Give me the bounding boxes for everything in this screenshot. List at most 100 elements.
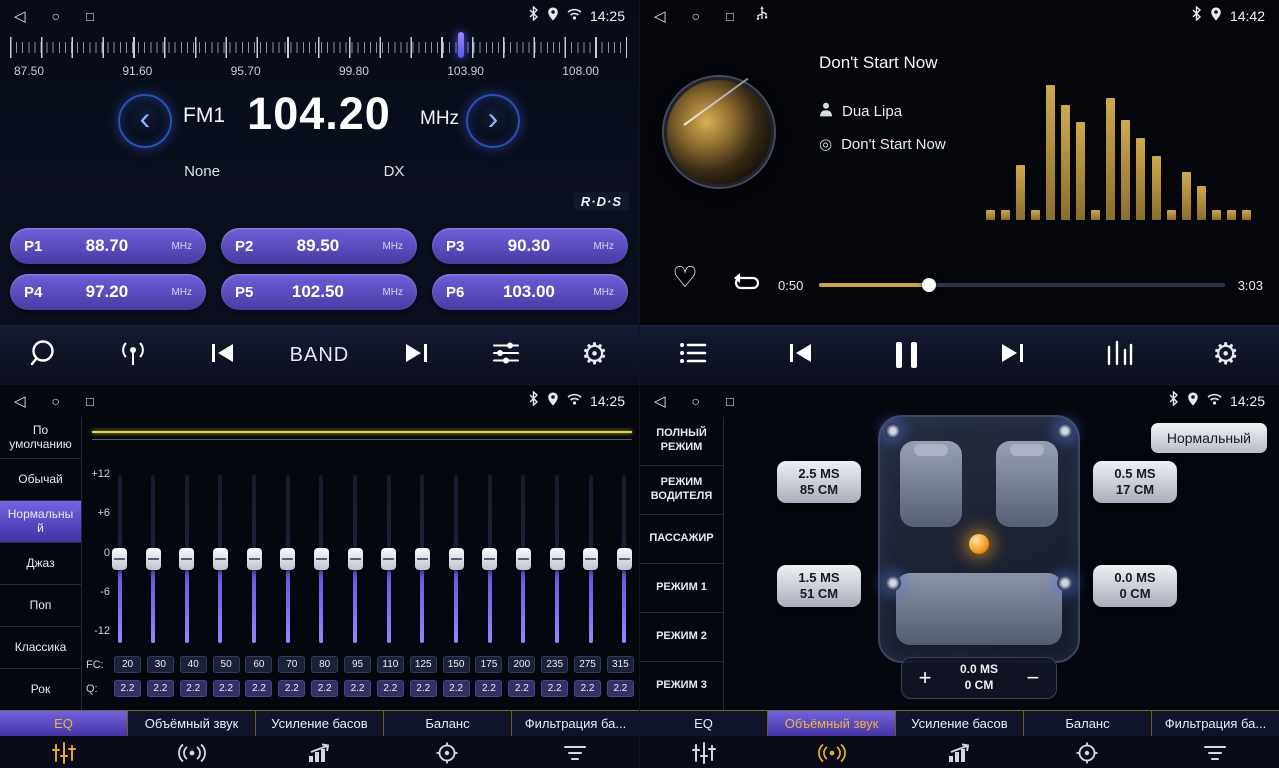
tune-up-button[interactable]: › [466, 94, 520, 148]
playlist-button[interactable] [672, 341, 714, 370]
radio-preset-P2[interactable]: P289.50MHz [221, 228, 417, 264]
pause-button[interactable] [885, 342, 927, 368]
surround-icon[interactable] [128, 743, 256, 763]
progress-bar[interactable] [819, 283, 1225, 287]
eq-band-slider-14[interactable] [550, 475, 565, 643]
eq-sliders-icon[interactable] [0, 742, 128, 764]
next-track-button[interactable] [992, 341, 1034, 370]
slider-handle[interactable] [348, 548, 363, 570]
scan-button[interactable] [112, 339, 154, 371]
eq-preset-2[interactable]: Обычай [0, 459, 81, 501]
slider-handle[interactable] [314, 548, 329, 570]
recents-icon[interactable]: □ [726, 9, 734, 24]
home-icon[interactable]: ○ [692, 393, 700, 409]
eq-band-slider-6[interactable] [280, 475, 295, 643]
eq-band-slider-10[interactable] [415, 475, 430, 643]
slider-handle[interactable] [146, 548, 161, 570]
decrease-button[interactable]: − [1022, 667, 1044, 689]
listen-mode-6[interactable]: РЕЖИМ 3 [640, 662, 723, 710]
back-icon[interactable]: ◁ [654, 7, 666, 25]
audio-tab-filter[interactable]: Фильтрация ба... [512, 711, 639, 736]
back-icon[interactable]: ◁ [14, 7, 26, 25]
eq-band-slider-2[interactable] [146, 475, 161, 643]
listening-position-dot[interactable] [969, 534, 989, 554]
equalizer-button[interactable] [1098, 340, 1140, 371]
slider-handle[interactable] [112, 548, 127, 570]
listen-mode-3[interactable]: ПАССАЖИР [640, 515, 723, 564]
bass-boost-icon[interactable] [896, 743, 1024, 763]
bass-boost-icon[interactable] [256, 743, 384, 763]
filter-icon[interactable] [1151, 744, 1279, 762]
listen-mode-2[interactable]: РЕЖИМ ВОДИТЕЛЯ [640, 466, 723, 515]
audio-settings-button[interactable] [485, 341, 527, 370]
balance-icon[interactable] [383, 742, 511, 764]
balance-icon[interactable] [1023, 742, 1151, 764]
home-icon[interactable]: ○ [52, 393, 60, 409]
eq-preset-7[interactable]: Рок [0, 669, 81, 710]
frequency-ruler[interactable] [10, 34, 627, 60]
favorite-heart-icon[interactable]: ♡ [672, 264, 698, 293]
front-right-seat[interactable] [996, 441, 1058, 527]
audio-tab-bass-boost[interactable]: Усиление басов [896, 711, 1024, 736]
eq-band-slider-3[interactable] [179, 475, 194, 643]
slider-handle[interactable] [617, 548, 632, 570]
listen-mode-4[interactable]: РЕЖИМ 1 [640, 564, 723, 613]
radio-preset-P1[interactable]: P188.70MHz [10, 228, 206, 264]
rear-seat[interactable] [896, 573, 1062, 645]
radio-preset-P6[interactable]: P6103.00MHz [432, 274, 628, 310]
audio-tab-balance[interactable]: Баланс [384, 711, 512, 736]
album-art[interactable] [664, 77, 774, 187]
rear-right-delay[interactable]: 0.0 MS 0 CM [1093, 565, 1177, 607]
listen-mode-1[interactable]: ПОЛНЫЙ РЕЖИМ [640, 417, 723, 466]
rear-left-delay[interactable]: 1.5 MS 51 CM [777, 565, 861, 607]
slider-handle[interactable] [482, 548, 497, 570]
slider-handle[interactable] [179, 548, 194, 570]
eq-band-slider-7[interactable] [314, 475, 329, 643]
slider-handle[interactable] [449, 548, 464, 570]
eq-sliders-icon[interactable] [640, 742, 768, 764]
progress-knob[interactable] [922, 278, 936, 292]
repeat-icon[interactable] [732, 272, 762, 299]
recents-icon[interactable]: □ [86, 9, 94, 24]
eq-band-slider-1[interactable] [112, 475, 127, 643]
slider-handle[interactable] [516, 548, 531, 570]
previous-track-button[interactable] [779, 341, 821, 370]
slider-handle[interactable] [280, 548, 295, 570]
eq-band-slider-4[interactable] [213, 475, 228, 643]
slider-handle[interactable] [381, 548, 396, 570]
eq-preset-4[interactable]: Джаз [0, 543, 81, 585]
eq-preset-6[interactable]: Классика [0, 627, 81, 669]
band-button[interactable]: BAND [290, 344, 350, 367]
eq-preset-1[interactable]: По умолчанию [0, 417, 81, 459]
filter-icon[interactable] [511, 744, 639, 762]
home-icon[interactable]: ○ [52, 8, 60, 24]
eq-band-slider-16[interactable] [617, 475, 632, 643]
slider-handle[interactable] [550, 548, 565, 570]
audio-tab-bass-boost[interactable]: Усиление басов [256, 711, 384, 736]
radio-preset-P5[interactable]: P5102.50MHz [221, 274, 417, 310]
audio-tab-filter[interactable]: Фильтрация ба... [1152, 711, 1279, 736]
search-button[interactable] [23, 338, 65, 373]
previous-station-button[interactable] [201, 341, 243, 370]
tune-down-button[interactable]: ‹ [118, 94, 172, 148]
front-right-delay[interactable]: 0.5 MS 17 CM [1093, 461, 1177, 503]
increase-button[interactable]: + [914, 667, 936, 689]
eq-band-slider-8[interactable] [348, 475, 363, 643]
eq-preset-5[interactable]: Поп [0, 585, 81, 627]
eq-band-slider-15[interactable] [583, 475, 598, 643]
front-left-seat[interactable] [900, 441, 962, 527]
home-icon[interactable]: ○ [692, 8, 700, 24]
audio-tab-surround[interactable]: Объёмный звук [768, 711, 896, 736]
audio-tab-balance[interactable]: Баланс [1024, 711, 1152, 736]
radio-preset-P3[interactable]: P390.30MHz [432, 228, 628, 264]
listen-mode-5[interactable]: РЕЖИМ 2 [640, 613, 723, 662]
audio-tab-eq-sliders[interactable]: EQ [640, 711, 768, 736]
settings-gear-icon[interactable]: ⚙ [574, 340, 616, 370]
eq-band-slider-5[interactable] [247, 475, 262, 643]
recents-icon[interactable]: □ [726, 394, 734, 409]
recents-icon[interactable]: □ [86, 394, 94, 409]
back-icon[interactable]: ◁ [14, 392, 26, 410]
slider-handle[interactable] [583, 548, 598, 570]
eq-band-slider-13[interactable] [516, 475, 531, 643]
slider-handle[interactable] [213, 548, 228, 570]
